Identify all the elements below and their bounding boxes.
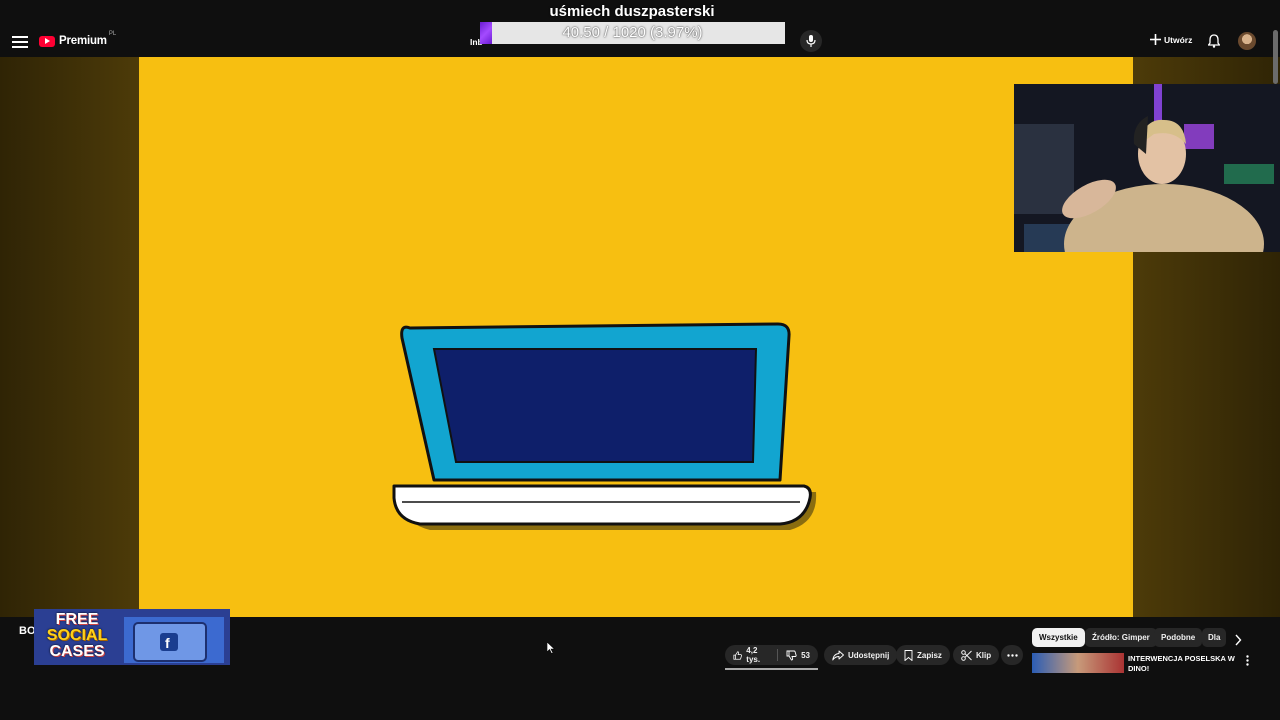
notifications-button[interactable] <box>1207 34 1221 53</box>
overlay-title: uśmiech duszpasterski <box>549 3 715 20</box>
recommended-title[interactable]: INTERWENCJA POSELSKA W DINO! <box>1128 654 1236 674</box>
mic-button[interactable] <box>800 30 822 52</box>
mic-icon <box>806 35 816 47</box>
scrollbar-thumb[interactable] <box>1273 30 1278 84</box>
thumbs-down-icon <box>786 650 797 660</box>
create-button[interactable]: Utwórz <box>1150 34 1192 45</box>
more-actions-button[interactable] <box>1001 645 1023 665</box>
logo-text: Premium <box>59 35 107 47</box>
share-icon <box>832 650 844 660</box>
plus-icon <box>1150 34 1161 45</box>
create-label: Utwórz <box>1164 34 1193 45</box>
scissors-icon <box>961 649 972 661</box>
dislike-button[interactable]: 53 <box>778 645 818 665</box>
webcam-image <box>1014 84 1280 252</box>
thumbs-up-icon <box>733 650 742 660</box>
youtube-premium-logo[interactable]: Premium PL <box>39 31 116 47</box>
recommended-thumbnail[interactable] <box>1032 653 1124 673</box>
like-button[interactable]: 4,2 tys. <box>725 645 777 665</box>
video-side-left <box>0 57 139 617</box>
save-label: Zapisz <box>917 650 942 660</box>
chip-dla[interactable]: Dla <box>1202 628 1226 647</box>
logo-region: PL <box>108 31 117 37</box>
more-horizontal-icon <box>1006 653 1018 657</box>
bell-icon <box>1207 34 1221 48</box>
more-vertical-icon[interactable] <box>1246 655 1249 666</box>
ad-line-2: SOCIAL <box>46 627 108 644</box>
laptop-base <box>392 484 812 526</box>
share-button[interactable]: Udostępnij <box>824 645 898 665</box>
save-button[interactable]: Zapisz <box>896 645 950 665</box>
youtube-logo-icon <box>39 35 55 47</box>
menu-icon[interactable] <box>12 34 28 50</box>
laptop-screen <box>432 348 758 463</box>
chevron-right-icon[interactable] <box>1234 634 1242 646</box>
laptop-illustration <box>392 322 817 530</box>
ad-line-1: FREE <box>55 611 99 628</box>
chip-wszystkie[interactable]: Wszystkie <box>1032 628 1085 647</box>
goal-progress-bar: 40.50 / 1020 (3.97%) <box>480 22 785 44</box>
webcam-overlay <box>1014 84 1280 252</box>
mouse-cursor-icon <box>547 642 555 654</box>
ad-line-3: CASES <box>49 643 105 660</box>
like-count: 4,2 tys. <box>746 646 761 664</box>
clip-label: Klip <box>976 650 992 660</box>
avatar[interactable] <box>1238 32 1256 50</box>
goal-progress-text: 40.50 / 1020 (3.97%) <box>562 24 703 41</box>
svg-text:f: f <box>165 635 170 651</box>
clip-button[interactable]: Klip <box>953 645 1000 665</box>
bookmark-icon <box>904 649 913 661</box>
chip-podobne[interactable]: Podobne <box>1154 628 1203 647</box>
dislike-count: 53 <box>801 650 810 660</box>
like-dislike-group: 4,2 tys. 53 <box>725 645 818 665</box>
chip-zrodlo[interactable]: Źródło: Gimper <box>1085 628 1157 647</box>
like-ratio-bar <box>725 668 818 670</box>
share-label: Udostępnij <box>848 650 890 660</box>
